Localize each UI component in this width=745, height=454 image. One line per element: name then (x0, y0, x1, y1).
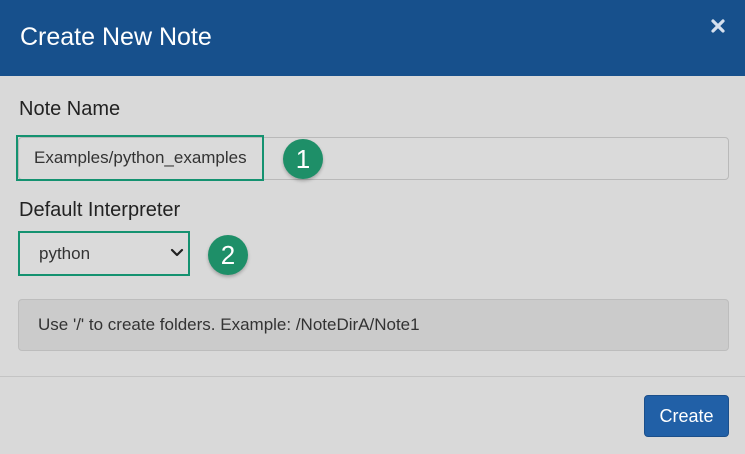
interpreter-label: Default Interpreter (19, 199, 181, 221)
footer-divider (0, 376, 745, 377)
note-name-value: Examples/python_examples (34, 148, 247, 167)
create-note-dialog: Create New Note Note Name Examples/pytho… (0, 0, 745, 454)
chevron-down-icon (170, 248, 184, 257)
close-icon[interactable] (708, 16, 728, 36)
interpreter-selected-value: python (39, 244, 91, 263)
create-button[interactable]: Create (644, 395, 729, 437)
info-text: Use '/' to create folders. Example: /Not… (38, 315, 420, 334)
callout-badge-2: 2 (208, 235, 248, 275)
dialog-title: Create New Note (20, 23, 212, 51)
callout-badge-1: 1 (283, 139, 323, 179)
dialog-header: Create New Note (0, 0, 745, 76)
note-name-label: Note Name (19, 98, 121, 120)
